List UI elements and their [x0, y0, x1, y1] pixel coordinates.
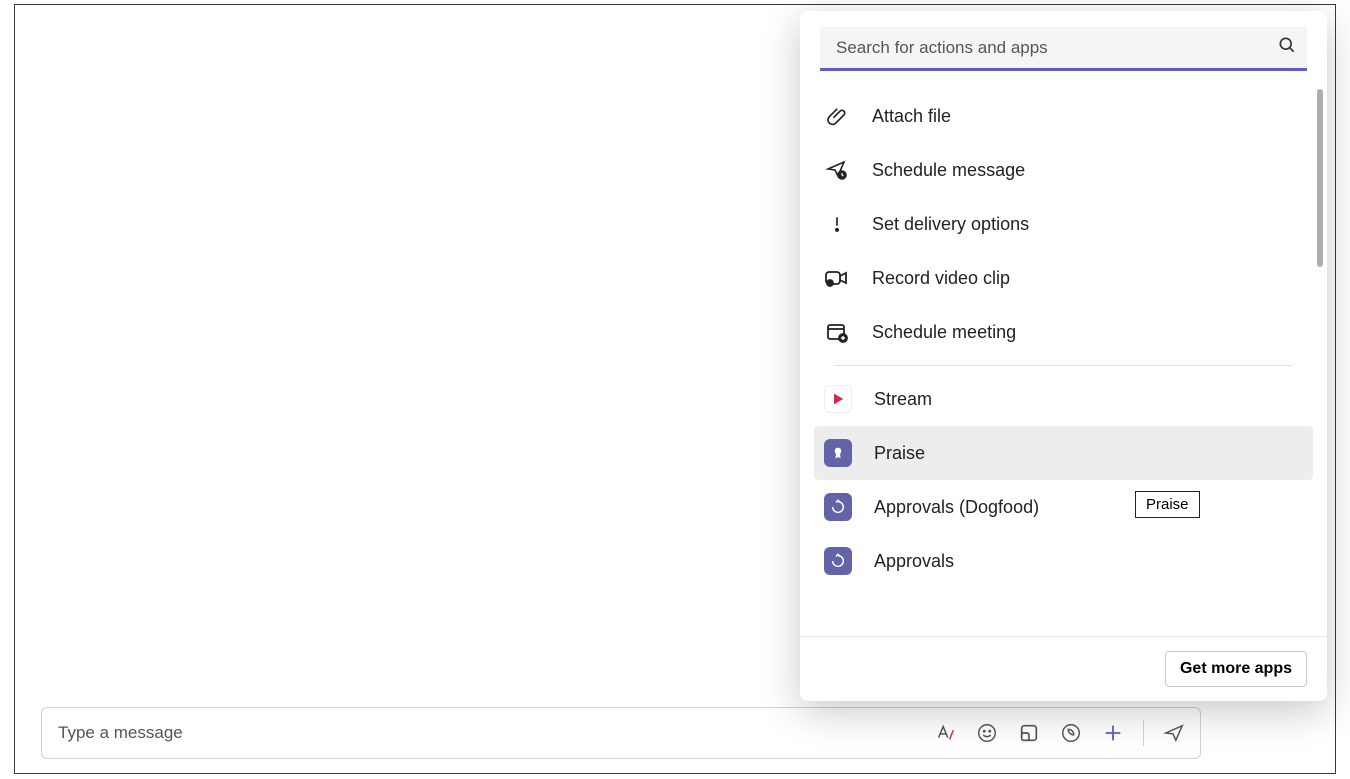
paperclip-icon	[824, 103, 850, 129]
app-stream[interactable]: Stream	[814, 372, 1313, 426]
action-label: Attach file	[872, 106, 951, 127]
action-label: Schedule meeting	[872, 322, 1016, 343]
emoji-icon[interactable]	[975, 721, 999, 745]
popup-list-container: Attach file Schedule message	[800, 89, 1327, 636]
send-scheduled-icon	[824, 157, 850, 183]
approvals-app-icon	[824, 493, 852, 521]
scrollbar-thumb[interactable]	[1317, 89, 1323, 267]
app-approvals-dogfood[interactable]: Approvals (Dogfood)	[814, 480, 1313, 534]
search-icon	[1277, 35, 1297, 60]
action-attach-file[interactable]: Attach file	[814, 89, 1313, 143]
app-approvals[interactable]: Approvals	[814, 534, 1313, 588]
app-row-partial[interactable]	[814, 588, 1313, 612]
app-label: Stream	[874, 389, 932, 410]
app-window: Attach file Schedule message	[14, 4, 1336, 774]
action-label: Set delivery options	[872, 214, 1029, 235]
popup-search-input[interactable]	[834, 37, 1277, 59]
compose-toolbar	[933, 720, 1186, 746]
stream-app-icon	[824, 385, 852, 413]
popup-footer: Get more apps	[800, 636, 1327, 701]
get-more-apps-button[interactable]: Get more apps	[1165, 651, 1307, 687]
loop-icon[interactable]	[1017, 721, 1041, 745]
format-icon[interactable]	[933, 721, 957, 745]
tooltip-praise: Praise	[1135, 491, 1200, 518]
calendar-add-icon	[824, 319, 850, 345]
action-delivery-options[interactable]: Set delivery options	[814, 197, 1313, 251]
actions-apps-popup: Attach file Schedule message	[800, 11, 1327, 701]
action-label: Schedule message	[872, 160, 1025, 181]
separator	[1143, 720, 1144, 746]
popup-divider	[834, 365, 1293, 366]
popup-search[interactable]	[820, 27, 1307, 71]
action-schedule-message[interactable]: Schedule message	[814, 143, 1313, 197]
compose-bar	[41, 707, 1201, 759]
app-label: Approvals	[874, 551, 954, 572]
action-record-video-clip[interactable]: Record video clip	[814, 251, 1313, 305]
app-label: Approvals (Dogfood)	[874, 497, 1039, 518]
viva-icon[interactable]	[1059, 721, 1083, 745]
popup-list: Attach file Schedule message	[800, 89, 1327, 612]
approvals-app-icon	[824, 547, 852, 575]
video-record-icon	[824, 265, 850, 291]
app-praise[interactable]: Praise	[814, 426, 1313, 480]
plus-icon[interactable]	[1101, 721, 1125, 745]
action-label: Record video clip	[872, 268, 1010, 289]
app-label: Praise	[874, 443, 925, 464]
praise-app-icon	[824, 439, 852, 467]
exclamation-icon	[824, 211, 850, 237]
message-input[interactable]	[56, 722, 933, 744]
action-schedule-meeting[interactable]: Schedule meeting	[814, 305, 1313, 359]
send-icon[interactable]	[1162, 721, 1186, 745]
app-icon-partial	[838, 592, 866, 608]
